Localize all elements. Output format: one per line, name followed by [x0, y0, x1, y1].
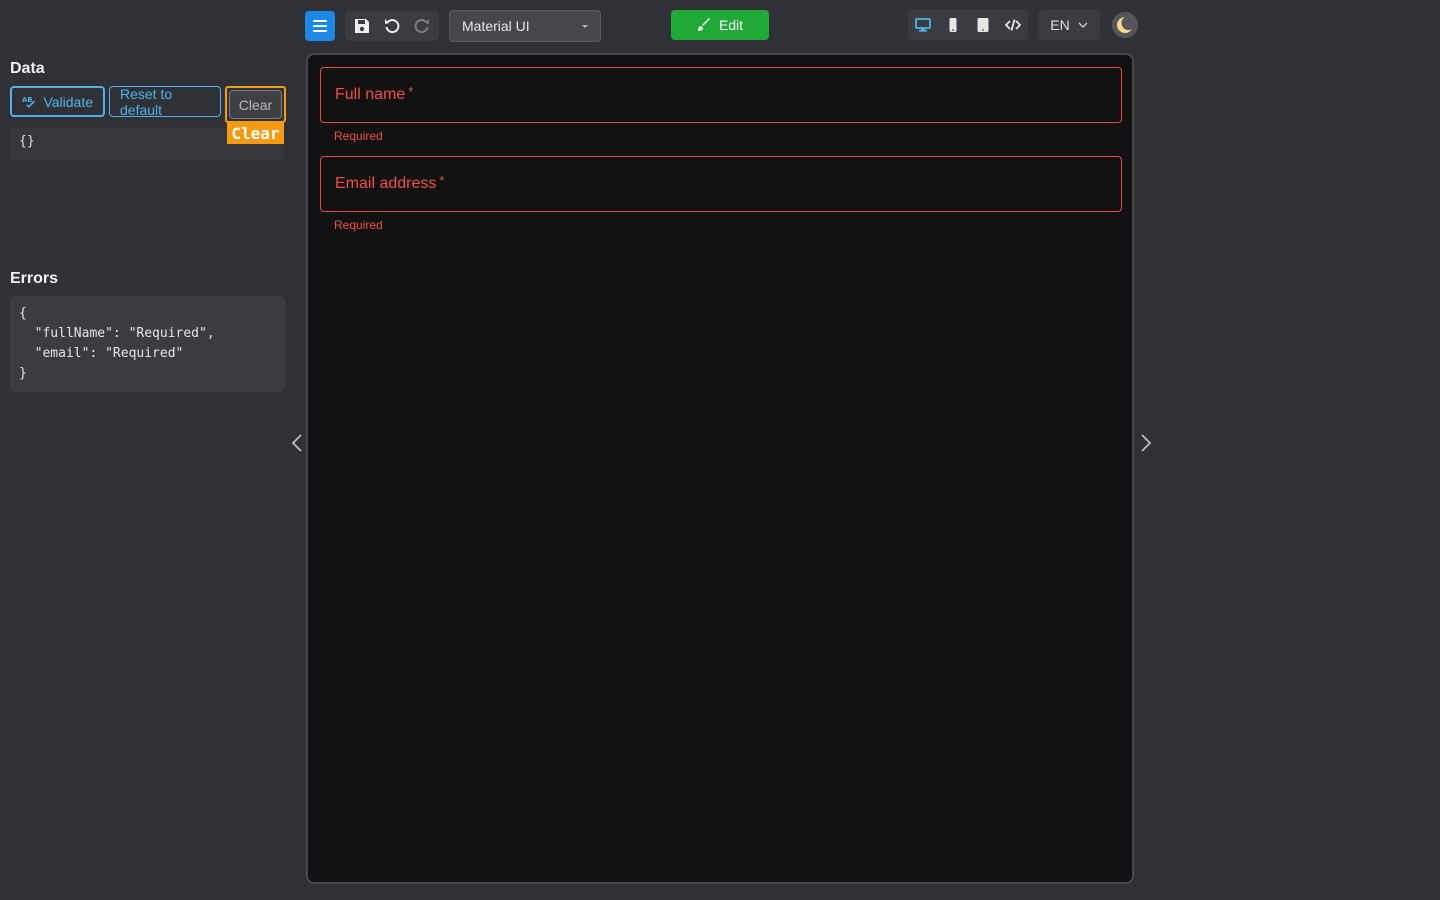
redo-button[interactable]	[407, 11, 437, 41]
edit-button[interactable]: Edit	[671, 10, 769, 40]
email-field-block: Email address * Required	[320, 156, 1122, 232]
redo-icon	[414, 19, 429, 34]
data-json-text: {}	[19, 134, 35, 149]
save-icon	[355, 19, 369, 33]
tablet-view-button[interactable]	[968, 10, 998, 40]
desktop-icon	[915, 18, 931, 32]
reset-to-default-button[interactable]: Reset to default	[109, 86, 221, 118]
toolbar-right: EN	[908, 10, 1138, 40]
toolbar-left: Material UI	[305, 10, 601, 42]
data-actions: AB Validate Reset to default Clear	[10, 86, 286, 123]
language-value: EN	[1050, 17, 1070, 33]
clear-tag-label: Clear	[227, 122, 284, 144]
caret-down-icon	[582, 24, 588, 28]
code-icon	[1005, 19, 1021, 31]
errors-section-title: Errors	[10, 270, 59, 287]
desktop-view-button[interactable]	[908, 10, 938, 40]
menu-button[interactable]	[305, 11, 335, 41]
errors-json-view: { "fullName": "Required", "email": "Requ…	[10, 296, 285, 392]
undo-button[interactable]	[377, 11, 407, 41]
spellcheck-icon: AB	[22, 96, 36, 108]
chevron-right-icon[interactable]	[1138, 432, 1154, 454]
language-select[interactable]: EN	[1038, 10, 1100, 40]
full-name-label: Full name	[335, 86, 406, 103]
mobile-icon	[949, 18, 957, 32]
clear-button-highlight: Clear	[225, 86, 286, 123]
form-builder-page: Material UI Edit EN Data AB Validate Res…	[0, 0, 1440, 900]
email-helper-text: Required	[334, 218, 383, 232]
validate-label: Validate	[43, 93, 93, 110]
history-group	[345, 11, 439, 41]
required-mark: *	[408, 83, 414, 99]
full-name-input[interactable]: Full name *	[320, 67, 1122, 123]
full-name-helper-text: Required	[334, 129, 383, 143]
tablet-icon	[977, 18, 989, 32]
undo-icon	[385, 19, 400, 34]
clear-button[interactable]: Clear	[229, 90, 282, 119]
email-label: Email address	[335, 175, 437, 192]
edit-label: Edit	[718, 17, 744, 33]
chevron-down-icon	[1078, 22, 1088, 28]
moon-icon	[1117, 16, 1135, 33]
dark-mode-toggle[interactable]	[1112, 12, 1138, 38]
menu-icon	[313, 20, 327, 32]
data-section-title: Data	[10, 60, 45, 77]
brush-icon	[697, 18, 710, 31]
full-name-field-block: Full name * Required	[320, 67, 1122, 143]
device-group	[908, 10, 1028, 40]
theme-select[interactable]: Material UI	[449, 10, 601, 42]
required-mark: *	[439, 172, 445, 188]
code-view-button[interactable]	[998, 10, 1028, 40]
validate-button[interactable]: AB Validate	[10, 86, 105, 117]
theme-select-value: Material UI	[462, 18, 530, 34]
save-button[interactable]	[347, 11, 377, 41]
data-json-view: {} Clear	[10, 122, 284, 160]
email-input[interactable]: Email address *	[320, 156, 1122, 212]
form-preview: Full name * Required Email address * Req…	[306, 53, 1134, 884]
chevron-left-icon[interactable]	[289, 432, 305, 454]
mobile-view-button[interactable]	[938, 10, 968, 40]
svg-text:AB: AB	[22, 96, 32, 104]
left-panel: Data AB Validate Reset to default Clear …	[10, 60, 286, 392]
